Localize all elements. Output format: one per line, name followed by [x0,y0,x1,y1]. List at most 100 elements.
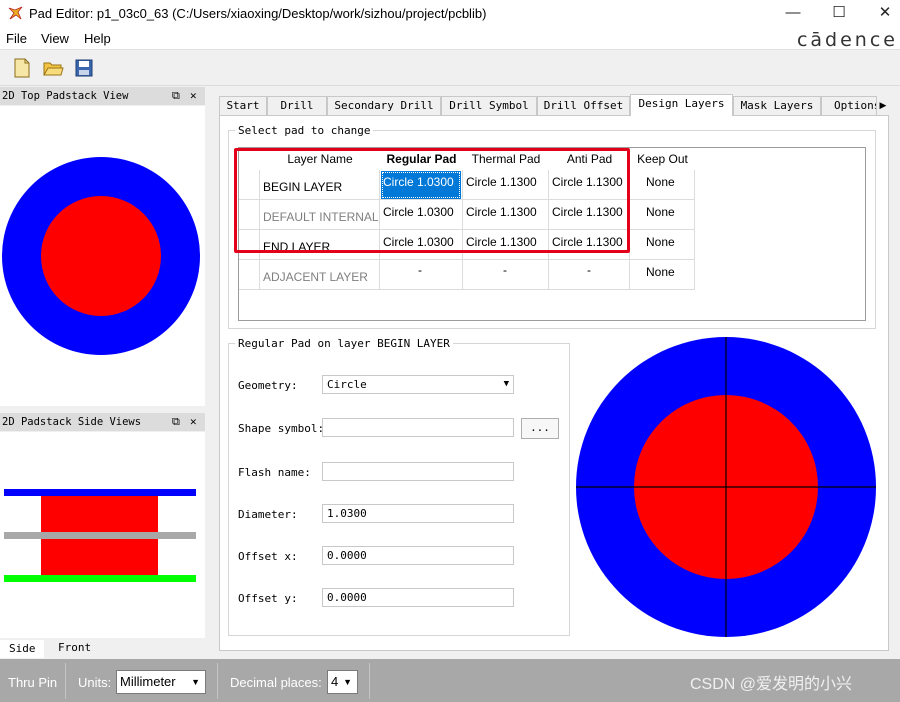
side-view-tabs: Side Front [0,640,212,658]
table-cell-keep-out[interactable]: None [630,230,695,260]
geometry-select-value: Circle [327,378,367,391]
top-view-canvas [2,157,200,355]
offset-y-input[interactable]: 0.0000 [322,588,514,607]
column-header-layer-name: Layer Name [287,152,353,166]
table-cell-anti-pad[interactable]: Circle 1.1300 [549,170,630,200]
close-dock-icon[interactable]: ✕ [190,87,197,105]
pad-preview [576,337,876,637]
side-layer-internal [4,532,196,539]
minimize-button[interactable]: — [770,0,816,28]
top-view-dock-title: 2D Top Padstack View [2,90,129,102]
units-label: Units: [78,675,112,690]
chevron-down-icon: ▼ [343,677,352,687]
table-cell-thermal-pad[interactable]: Circle 1.1300 [463,200,549,230]
menu-view[interactable]: View [41,31,69,46]
column-header-anti-pad[interactable]: Anti Pad [549,148,630,170]
table-cell-regular-pad[interactable]: Circle 1.0300 [380,230,463,260]
table-cell-layer-name: ADJACENT LAYER [260,260,380,290]
table-cell-keep-out[interactable]: None [630,170,695,200]
flash-name-label: Flash name: [238,466,311,479]
tab-secondary-drill[interactable]: Secondary Drill [327,96,441,116]
diameter-input[interactable]: 1.0300 [322,504,514,523]
window-title: Pad Editor: p1_03c0_63 (C:/Users/xiaoxin… [29,6,487,21]
row-header[interactable] [239,170,260,200]
table-cell-keep-out[interactable]: None [630,260,695,290]
regular-pad-group-title: Regular Pad on layer BEGIN LAYER [235,337,453,350]
table-cell-layer-name: DEFAULT INTERNAL [260,200,380,230]
new-file-icon[interactable] [11,57,33,79]
units-select-value: Millimeter [120,674,176,689]
status-separator [65,663,66,699]
menu-file[interactable]: File [6,31,27,46]
status-separator [217,663,218,699]
tab-drill[interactable]: Drill [267,96,327,116]
table-cell-anti-pad[interactable]: - [549,260,630,290]
tab-options[interactable]: Options [821,96,877,116]
pad-layers-table: Layer Name Regular Pad Thermal Pad Anti … [238,147,866,321]
pad-editor-app-icon [8,6,23,20]
save-icon[interactable] [73,57,95,79]
tab-side[interactable]: Side [0,640,44,658]
decimal-places-select[interactable]: 4 ▼ [327,670,358,694]
table-cell-thermal-pad[interactable]: Circle 1.1300 [463,230,549,260]
shape-symbol-label: Shape symbol: [238,422,325,435]
diameter-label: Diameter: [238,508,298,521]
side-view-dock-header: 2D Padstack Side Views ⧉ ✕ [0,413,205,431]
toolbar [0,50,900,86]
side-padstack-view [0,432,205,638]
offset-x-label: Offset x: [238,550,298,563]
decimal-places-value: 4 [331,674,339,689]
table-cell-keep-out[interactable]: None [630,200,695,230]
table-cell-layer-name: END LAYER [260,230,380,260]
chevron-down-icon: ▼ [503,379,509,389]
tab-scroll-right-icon[interactable]: ▶ [876,96,890,114]
table-cell-thermal-pad[interactable]: - [463,260,549,290]
select-pad-group-title: Select pad to change [235,124,374,137]
table-cell-thermal-pad[interactable]: Circle 1.1300 [463,170,549,200]
table-cell-regular-pad[interactable]: Circle 1.0300 [380,200,463,230]
column-header-keep-out[interactable]: Keep Out [630,148,695,170]
close-window-button[interactable]: ✕ [862,0,900,28]
offset-x-input[interactable]: 0.0000 [322,546,514,565]
close-dock-icon[interactable]: ✕ [190,413,197,431]
table-cell-regular-pad[interactable]: - [380,260,463,290]
pad-inner-circle [41,196,161,316]
open-folder-icon[interactable] [42,57,64,79]
watermark: CSDN @爱发明的小兴 [690,676,853,693]
table-cell-regular-pad[interactable]: Circle 1.0300 [380,170,463,200]
editor-tab-bar: Start Drill Secondary Drill Drill Symbol… [219,94,889,116]
status-separator [369,663,370,699]
table-cell-anti-pad[interactable]: Circle 1.1300 [549,230,630,260]
tab-start[interactable]: Start [219,96,267,116]
shape-symbol-input[interactable] [322,418,514,437]
decimal-places-label: Decimal places: [230,675,322,690]
row-header[interactable] [239,260,260,290]
geometry-label: Geometry: [238,379,298,392]
float-dock-icon[interactable]: ⧉ [172,413,180,431]
float-dock-icon[interactable]: ⧉ [172,87,180,105]
tab-drill-offset[interactable]: Drill Offset [537,96,630,116]
tab-mask-layers[interactable]: Mask Layers [733,96,821,116]
menu-help[interactable]: Help [84,31,111,46]
side-view-canvas [4,489,196,582]
side-layer-end [4,575,196,582]
row-header[interactable] [239,230,260,260]
offset-y-label: Offset y: [238,592,298,605]
padstack-mode-text: Thru Pin [8,675,58,690]
geometry-select[interactable]: Circle ▼ [322,375,514,394]
top-view-dock-header: 2D Top Padstack View ⧉ ✕ [0,87,205,105]
chevron-down-icon: ▼ [191,677,200,687]
title-bar: Pad Editor: p1_03c0_63 (C:/Users/xiaoxin… [0,0,900,28]
column-header-thermal-pad[interactable]: Thermal Pad [463,148,549,170]
row-header[interactable] [239,200,260,230]
table-cell-anti-pad[interactable]: Circle 1.1300 [549,200,630,230]
browse-shape-button[interactable]: ... [521,418,559,439]
tab-drill-symbol[interactable]: Drill Symbol [441,96,537,116]
tab-design-layers[interactable]: Design Layers [630,94,733,116]
flash-name-input[interactable] [322,462,514,481]
cadence-logo: cādence [796,29,898,51]
tab-front[interactable]: Front [44,640,102,658]
units-select[interactable]: Millimeter ▼ [116,670,206,694]
maximize-button[interactable]: ☐ [816,0,862,28]
column-header-regular-pad[interactable]: Regular Pad [380,148,463,170]
